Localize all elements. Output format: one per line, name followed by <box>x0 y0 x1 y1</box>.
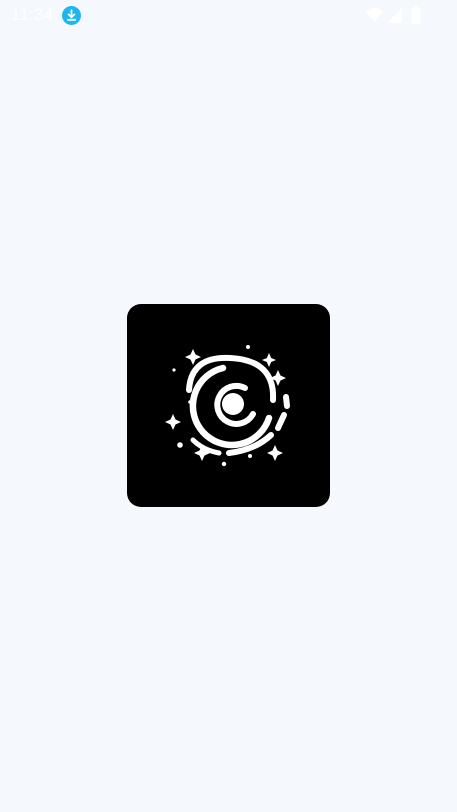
wifi-icon <box>365 6 384 24</box>
status-bar: 11:34 <box>0 0 457 30</box>
app-logo <box>127 304 330 507</box>
battery-icon <box>411 6 421 24</box>
download-icon <box>62 6 81 25</box>
status-time: 11:34 <box>11 5 54 24</box>
galaxy-spiral-logo-icon <box>165 345 290 467</box>
cellular-signal-icon <box>386 6 403 24</box>
